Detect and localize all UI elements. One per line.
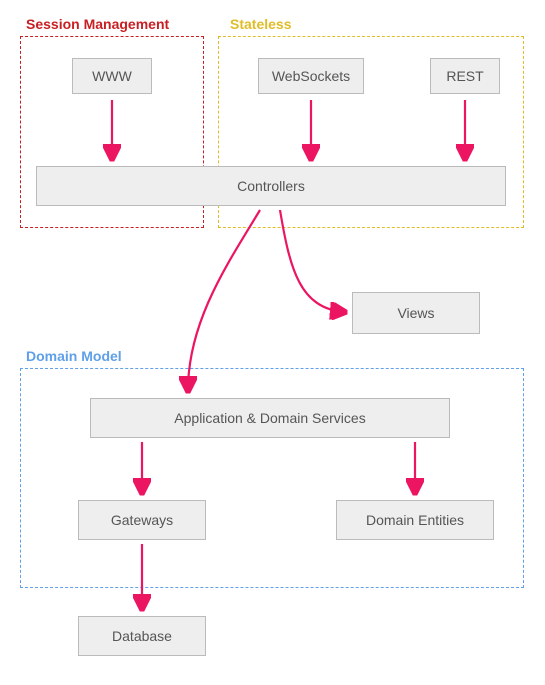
- node-views: Views: [352, 292, 480, 334]
- node-websockets: WebSockets: [258, 58, 364, 94]
- stateless-label: Stateless: [230, 16, 291, 32]
- node-app-services: Application & Domain Services: [90, 398, 450, 438]
- node-gateways: Gateways: [78, 500, 206, 540]
- node-rest: REST: [430, 58, 500, 94]
- domain-model-label: Domain Model: [26, 348, 122, 364]
- node-domain-entities: Domain Entities: [336, 500, 494, 540]
- node-www: WWW: [72, 58, 152, 94]
- node-database: Database: [78, 616, 206, 656]
- arrow-controllers-to-app-services: [188, 210, 260, 390]
- node-controllers: Controllers: [36, 166, 506, 206]
- session-management-label: Session Management: [26, 16, 169, 32]
- diagram-canvas: Session Management Stateless Domain Mode…: [0, 0, 545, 685]
